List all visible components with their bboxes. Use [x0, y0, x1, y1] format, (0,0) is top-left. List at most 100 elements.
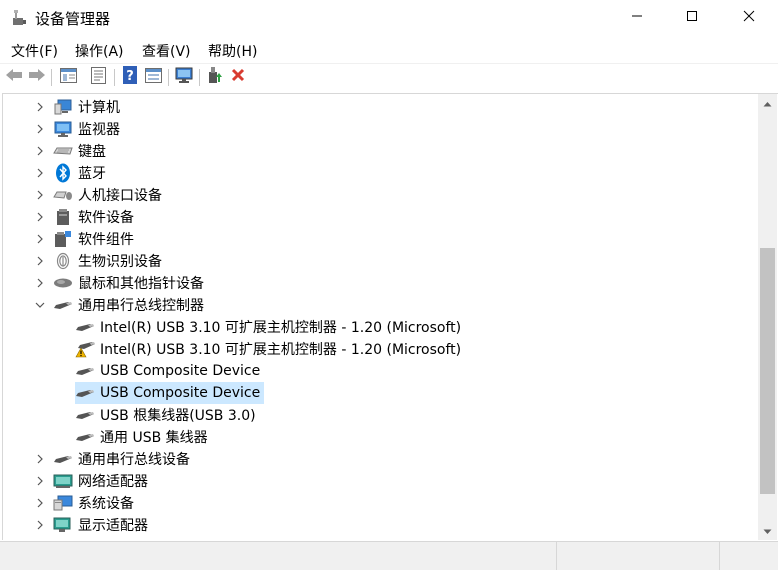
hid-icon — [53, 185, 73, 205]
tree-item-label: 鼠标和其他指针设备 — [78, 276, 204, 292]
tree-item-label: 软件组件 — [78, 232, 134, 248]
tree-item-label: 通用 USB 集线器 — [100, 430, 208, 446]
chevron-right-icon[interactable] — [33, 162, 47, 184]
system-device-icon — [53, 493, 73, 513]
status-cell — [719, 542, 778, 570]
properties-view-button[interactable] — [58, 67, 78, 87]
tree-item-bluetooth[interactable]: 蓝牙 — [33, 162, 107, 184]
tree-item-system-devices[interactable]: 系统设备 — [33, 492, 135, 514]
resources-view-icon — [144, 67, 162, 87]
tree-item-label: 键盘 — [78, 144, 106, 160]
chevron-right-icon[interactable] — [33, 228, 47, 250]
chevron-right-icon[interactable] — [33, 206, 47, 228]
chevron-right-icon[interactable] — [33, 514, 47, 536]
chevron-right-icon[interactable] — [33, 272, 47, 294]
back-button[interactable] — [4, 67, 24, 87]
chevron-right-icon[interactable] — [33, 118, 47, 140]
chevron-right-icon[interactable] — [33, 448, 47, 470]
device-manager-icon — [10, 9, 28, 27]
device-tree: 计算机 监视器 键盘 蓝牙 人机接口设备 软件设备 软件组件 生物识别设备 鼠标… — [3, 94, 757, 540]
tree-item-usb-controllers[interactable]: 通用串行总线控制器 — [33, 294, 205, 316]
resources-view-button[interactable] — [143, 67, 163, 87]
toolbar-separator — [168, 69, 169, 86]
vertical-scrollbar[interactable] — [758, 94, 777, 540]
chevron-down-icon[interactable] — [33, 294, 47, 316]
chevron-right-icon[interactable] — [33, 184, 47, 206]
tree-item-intel-usb-controller[interactable]: Intel(R) USB 3.10 可扩展主机控制器 - 1.20 (Micro… — [75, 316, 462, 338]
tree-item-label: Intel(R) USB 3.10 可扩展主机控制器 - 1.20 (Micro… — [100, 320, 462, 336]
device-tree-panel: 计算机 监视器 键盘 蓝牙 人机接口设备 软件设备 软件组件 生物识别设备 鼠标… — [2, 93, 778, 540]
tree-item-label: 通用串行总线控制器 — [78, 298, 204, 314]
tree-item-monitors[interactable]: 监视器 — [33, 118, 121, 140]
tree-item-generic-usb-hub[interactable]: 通用 USB 集线器 — [75, 426, 209, 448]
tree-item-label: 系统设备 — [78, 496, 134, 512]
chevron-right-icon[interactable] — [33, 492, 47, 514]
minimize-icon — [631, 10, 643, 26]
tree-item-usb-root-hub[interactable]: USB 根集线器(USB 3.0) — [75, 404, 257, 426]
tree-item-label: 人机接口设备 — [78, 188, 162, 204]
close-button[interactable] — [720, 0, 778, 36]
usb-warning-icon — [75, 339, 95, 359]
tree-item-network-adapters[interactable]: 网络适配器 — [33, 470, 149, 492]
tree-item-keyboards[interactable]: 键盘 — [33, 140, 107, 162]
tree-item-software-components[interactable]: 软件组件 — [33, 228, 135, 250]
tree-item-display-adapters[interactable]: 显示适配器 — [33, 514, 149, 536]
tree-item-label: 显示适配器 — [78, 518, 148, 534]
usb-controller-icon — [53, 295, 73, 315]
device-list-icon — [90, 66, 106, 88]
chevron-down-icon — [763, 523, 772, 539]
forward-icon — [28, 68, 46, 86]
tree-item-hid[interactable]: 人机接口设备 — [33, 184, 163, 206]
tree-item-label: USB Composite Device — [100, 385, 261, 401]
tree-item-mice[interactable]: 鼠标和其他指针设备 — [33, 272, 205, 294]
tree-item-label: 通用串行总线设备 — [78, 452, 190, 468]
update-driver-button[interactable] — [205, 67, 225, 87]
chevron-right-icon[interactable] — [33, 140, 47, 162]
tree-item-label: 监视器 — [78, 122, 120, 138]
usb-icon — [75, 427, 95, 447]
minimize-button[interactable] — [608, 0, 666, 36]
tree-item-label: Intel(R) USB 3.10 可扩展主机控制器 - 1.20 (Micro… — [100, 342, 462, 358]
tree-item-label: 软件设备 — [78, 210, 134, 226]
scroll-up-button[interactable] — [758, 94, 777, 111]
monitor-icon — [53, 119, 73, 139]
tree-item-computer[interactable]: 计算机 — [33, 96, 121, 118]
update-driver-icon — [207, 66, 223, 88]
usb-device-icon — [53, 449, 73, 469]
scrollbar-thumb[interactable] — [760, 248, 775, 494]
usb-icon — [75, 405, 95, 425]
biometric-icon — [53, 251, 73, 271]
forward-button[interactable] — [27, 67, 47, 87]
tree-item-usb-devices[interactable]: 通用串行总线设备 — [33, 448, 191, 470]
mouse-icon — [53, 273, 73, 293]
menu-help[interactable]: 帮助(H) — [208, 41, 257, 61]
device-list-button[interactable] — [88, 66, 108, 88]
help-button[interactable]: ? — [120, 66, 140, 87]
menu-file[interactable]: 文件(F) — [11, 41, 58, 61]
chevron-right-icon[interactable] — [33, 96, 47, 118]
maximize-button[interactable] — [663, 0, 721, 36]
uninstall-device-button[interactable] — [228, 67, 248, 87]
toolbar: ? — [0, 63, 778, 89]
scan-hardware-button[interactable] — [174, 67, 194, 87]
uninstall-device-icon — [231, 68, 245, 86]
status-bar — [0, 541, 778, 570]
display-adapter-icon — [53, 515, 73, 535]
tree-item-label: USB Composite Device — [100, 363, 261, 379]
chevron-right-icon[interactable] — [33, 470, 47, 492]
close-icon — [743, 10, 755, 26]
computer-icon — [53, 97, 73, 117]
tree-item-usb-composite-device-selected[interactable]: USB Composite Device — [75, 382, 265, 404]
tree-item-software-devices[interactable]: 软件设备 — [33, 206, 135, 228]
menu-view[interactable]: 查看(V) — [142, 41, 191, 61]
toolbar-separator — [51, 69, 52, 86]
status-cell — [556, 542, 719, 570]
scroll-down-button[interactable] — [758, 522, 777, 539]
chevron-up-icon — [763, 95, 772, 111]
tree-item-biometric[interactable]: 生物识别设备 — [33, 250, 163, 272]
tree-item-usb-composite-device[interactable]: USB Composite Device — [75, 360, 261, 382]
tree-item-intel-usb-controller-warning[interactable]: Intel(R) USB 3.10 可扩展主机控制器 - 1.20 (Micro… — [75, 338, 462, 360]
chevron-right-icon[interactable] — [33, 250, 47, 272]
menu-action[interactable]: 操作(A) — [75, 41, 124, 61]
toolbar-separator — [199, 69, 200, 86]
